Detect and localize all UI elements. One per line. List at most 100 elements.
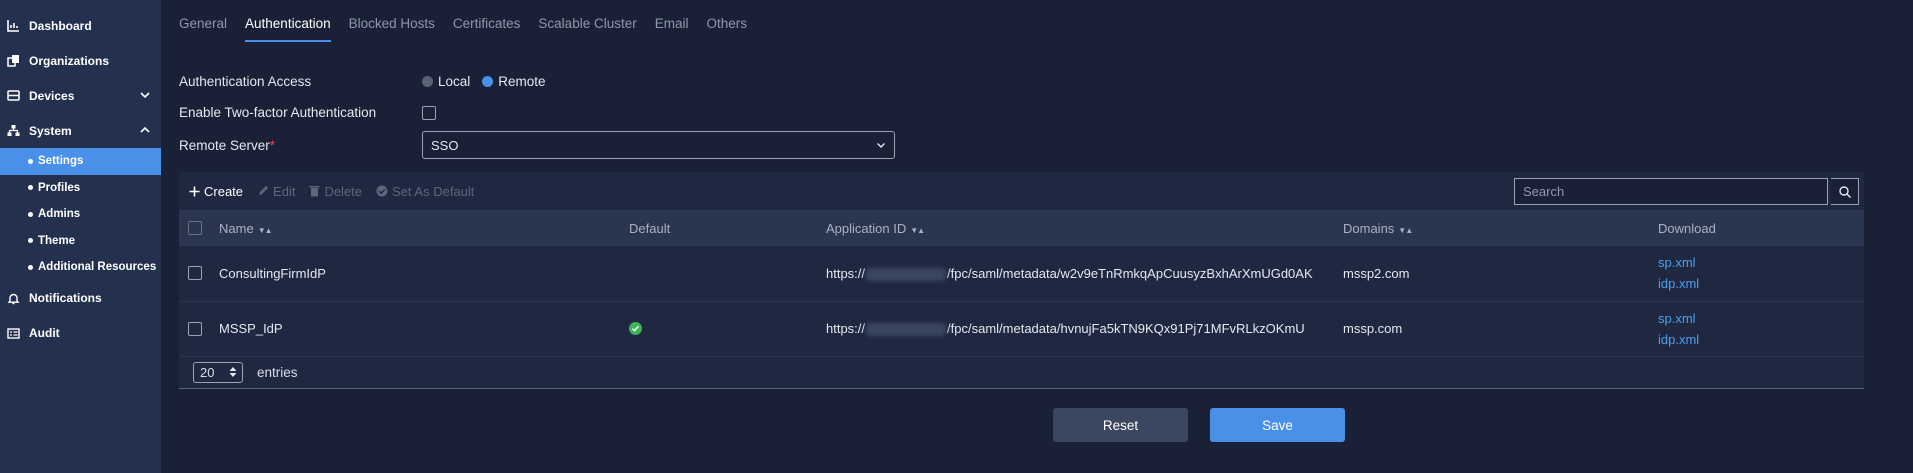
sort-updown-icon: [229, 367, 237, 377]
nav-devices[interactable]: Devices: [0, 78, 161, 113]
bullet-icon: [28, 211, 33, 217]
row-checkbox[interactable]: [188, 321, 202, 336]
nav-audit[interactable]: Audit: [0, 316, 161, 351]
bullet-icon: [28, 185, 33, 191]
radio-remote[interactable]: Remote: [482, 74, 546, 89]
row-checkbox[interactable]: [188, 266, 202, 281]
sub-label: Settings: [38, 155, 84, 168]
audit-icon: [6, 326, 20, 340]
app-id-suffix: /fpc/saml/metadata/w2v9eTnRmkqApCuusyzBx…: [947, 265, 1313, 281]
sidebar-item-theme[interactable]: Theme: [0, 228, 161, 255]
sp-xml-link[interactable]: sp.xml: [1658, 308, 1864, 329]
header-app-id[interactable]: Application ID ▼▲: [826, 210, 1343, 246]
nav-label: Organizations: [29, 53, 110, 68]
header-name[interactable]: Name ▼▲: [219, 210, 629, 246]
sidebar: Dashboard Organizations Devices System S…: [0, 0, 161, 473]
tab-certificates[interactable]: Certificates: [453, 16, 521, 42]
edit-button[interactable]: Edit: [257, 184, 295, 199]
sort-icon: ▼▲: [910, 225, 925, 235]
tab-blocked-hosts[interactable]: Blocked Hosts: [349, 16, 435, 42]
save-button[interactable]: Save: [1210, 408, 1345, 442]
cell-download: sp.xml idp.xml: [1658, 301, 1864, 356]
entries-label: entries: [257, 364, 298, 380]
table-footer: 20 entries: [179, 357, 1864, 389]
remote-server-select[interactable]: SSO: [422, 131, 895, 159]
chevron-down-icon[interactable]: [139, 89, 151, 101]
radio-local[interactable]: Local: [422, 74, 470, 89]
header-download: Download: [1658, 210, 1864, 246]
sidebar-item-profiles[interactable]: Profiles: [0, 175, 161, 202]
set-default-button[interactable]: Set As Default: [376, 184, 474, 199]
nav-label: Dashboard: [29, 18, 92, 33]
nav-notifications[interactable]: Notifications: [0, 281, 161, 316]
sidebar-item-additional-resources[interactable]: Additional Resources: [0, 254, 161, 281]
bullet-icon: [28, 238, 33, 244]
cell-download: sp.xml idp.xml: [1658, 246, 1864, 301]
trash-icon: [309, 186, 320, 197]
cell-name: MSSP_IdP: [219, 321, 283, 336]
table-row[interactable]: ConsultingFirmIdP https:// /fpc/saml/meta…: [179, 246, 1864, 301]
app-id-prefix: https://: [826, 265, 866, 281]
nav-label: Devices: [29, 88, 75, 103]
entries-value: 20: [200, 364, 215, 380]
tab-others[interactable]: Others: [706, 16, 747, 42]
entries-select[interactable]: 20: [193, 361, 243, 383]
row-select: [179, 301, 219, 356]
tab-general[interactable]: General: [179, 16, 227, 42]
tab-email[interactable]: Email: [655, 16, 689, 42]
app-id-suffix: /fpc/saml/metadata/hvnujFa5kTN9KQx91Pj71…: [947, 320, 1305, 336]
search-button[interactable]: [1831, 178, 1859, 205]
nav-label: Audit: [29, 326, 60, 340]
remote-server-row: Remote Server* SSO: [179, 128, 1913, 162]
remote-server-label-wrap: Remote Server*: [179, 138, 422, 153]
two-factor-row: Enable Two-factor Authentication: [179, 97, 1913, 128]
auth-access-label: Authentication Access: [179, 74, 312, 89]
search-icon: [1838, 185, 1851, 198]
tab-scalable-cluster[interactable]: Scalable Cluster: [538, 16, 636, 42]
search-input[interactable]: [1514, 178, 1828, 205]
sidebar-item-settings[interactable]: Settings: [0, 148, 161, 175]
sidebar-item-admins[interactable]: Admins: [0, 201, 161, 228]
nav-dashboard[interactable]: Dashboard: [0, 8, 161, 43]
check-circle-icon: [376, 185, 388, 197]
idp-xml-link[interactable]: idp.xml: [1658, 329, 1864, 350]
row-select: [179, 246, 219, 301]
two-factor-label: Enable Two-factor Authentication: [179, 105, 377, 120]
bullet-icon: [28, 264, 33, 270]
table-toolbar: Create Edit Delete Set As Default: [179, 172, 1864, 210]
create-button[interactable]: Create: [189, 184, 243, 199]
required-mark: *: [269, 137, 276, 153]
header-default: Default: [629, 210, 826, 246]
header-domains[interactable]: Domains ▼▲: [1343, 210, 1658, 246]
radio-local-label: Local: [438, 74, 471, 89]
sitemap-icon: [6, 124, 20, 138]
nav-system[interactable]: System: [0, 113, 161, 148]
header-domains-label: Domains: [1343, 220, 1395, 236]
search-box: [1514, 178, 1859, 205]
cell-default: [629, 246, 826, 301]
idp-xml-link[interactable]: idp.xml: [1658, 273, 1864, 294]
chart-icon: [6, 19, 20, 33]
sp-xml-link[interactable]: sp.xml: [1658, 252, 1864, 273]
tab-authentication[interactable]: Authentication: [245, 16, 331, 42]
header-app-id-label: Application ID: [826, 220, 907, 236]
reset-button[interactable]: Reset: [1053, 408, 1188, 442]
chevron-up-icon[interactable]: [139, 124, 151, 136]
two-factor-checkbox[interactable]: [422, 105, 436, 120]
nav-organizations[interactable]: Organizations: [0, 43, 161, 78]
bullet-icon: [28, 158, 33, 164]
delete-button[interactable]: Delete: [309, 184, 362, 199]
delete-label: Delete: [324, 183, 363, 199]
idp-table: Name ▼▲ Default Application ID ▼▲ Domains ▼…: [179, 210, 1864, 357]
sub-label: Admins: [38, 208, 81, 221]
select-all-checkbox[interactable]: [188, 221, 202, 235]
bell-icon: [6, 291, 20, 305]
table-header-row: Name ▼▲ Default Application ID ▼▲ Domains ▼…: [179, 210, 1864, 246]
remote-server-value: SSO: [431, 137, 459, 153]
check-circle-icon: [629, 322, 642, 335]
main-content: General Authentication Blocked Hosts Cer…: [161, 0, 1913, 473]
auth-access-row: Authentication Access Local Remote: [179, 66, 1913, 97]
cell-app-id: https:// /fpc/saml/metadata/hvnujFa5kTN9K…: [826, 301, 1343, 356]
header-name-label: Name: [219, 220, 254, 236]
table-row[interactable]: MSSP_IdP https:// /fpc/saml/metadata/hvnu…: [179, 301, 1864, 356]
